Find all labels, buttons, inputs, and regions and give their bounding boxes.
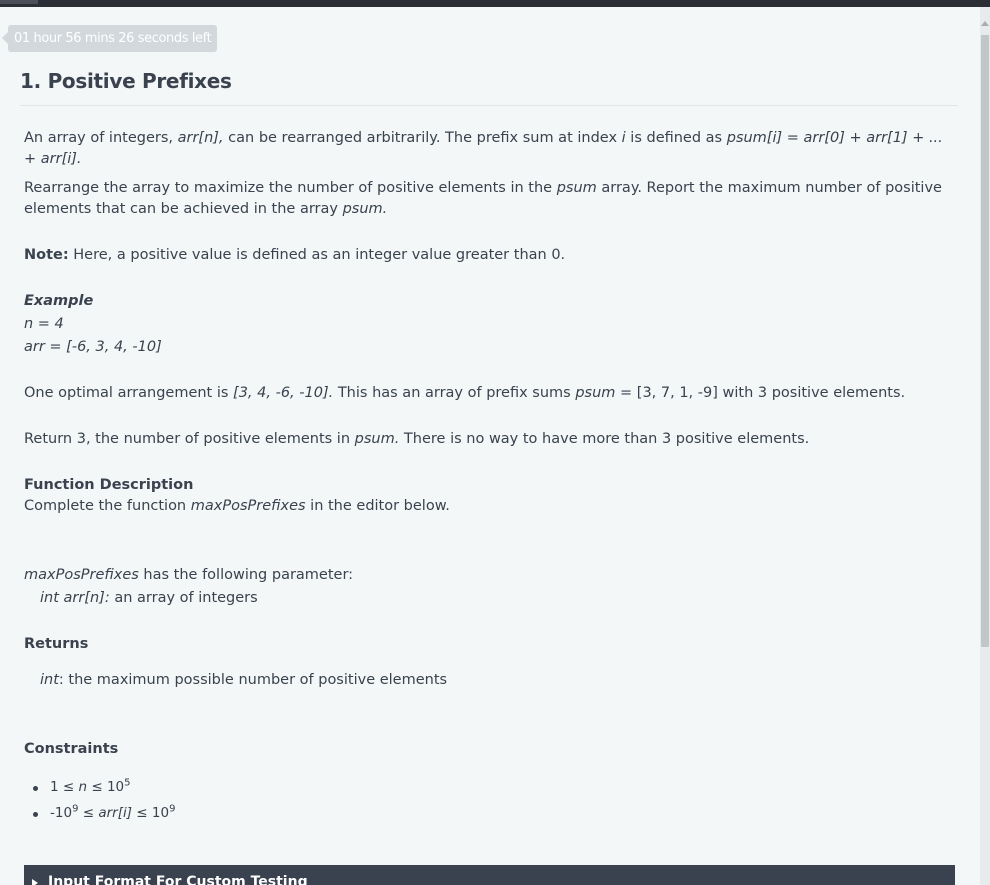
returns-text: int: the maximum possible number of posi… <box>24 670 447 691</box>
intro-text: is defined as <box>625 130 727 146</box>
task-text: Rearrange the array to maximize the numb… <box>24 180 557 196</box>
psum-var: psum. <box>354 431 400 447</box>
scrollbar-thumb[interactable] <box>981 35 989 647</box>
title-divider <box>20 105 958 106</box>
return-desc: : the maximum possible number of positiv… <box>58 672 448 688</box>
constraint-item: 1 ≤ n ≤ 105 <box>24 774 175 800</box>
psum-var: psum <box>575 385 616 401</box>
example-n: n = 4 <box>24 316 64 332</box>
top-tab <box>0 0 38 4</box>
arr-var: arr[n], <box>177 130 224 146</box>
constraint-item: -109 ≤ arr[i] ≤ 109 <box>24 800 175 826</box>
psum-var: psum <box>556 180 597 196</box>
constraint-var: n <box>78 779 88 795</box>
parameters-text: has the following parameter: <box>138 567 354 583</box>
scrollbar[interactable] <box>980 7 990 885</box>
note-label: Note: <box>24 247 69 263</box>
psum-var: psum. <box>342 201 388 217</box>
constraint-exponent: 9 <box>169 803 176 815</box>
intro-text: An array of integers, <box>24 130 178 146</box>
browser-top-bar <box>0 0 990 7</box>
function-name: maxPosPrefixes <box>24 567 139 583</box>
scroll-up-arrow-icon[interactable] <box>981 21 989 26</box>
function-name: maxPosPrefixes <box>190 498 306 514</box>
function-description-text: Complete the function maxPosPrefixes in … <box>24 496 450 517</box>
constraint-var: arr[i] <box>98 805 133 821</box>
parameter-item: int arr[n]: an array of integers <box>24 588 258 609</box>
parameters-intro: maxPosPrefixes has the following paramet… <box>24 565 353 586</box>
input-format-toggle[interactable]: Input Format For Custom Testing <box>24 865 955 885</box>
problem-title: 1. Positive Prefixes <box>20 69 232 93</box>
constraint-text: ≤ <box>78 805 99 821</box>
returns-heading: Returns <box>24 636 89 652</box>
return-text: Return 3, the number of positive element… <box>24 431 355 447</box>
note-paragraph: Note: Here, a positive value is defined … <box>24 245 565 266</box>
note-text: Here, a positive value is defined as an … <box>68 247 566 263</box>
constraint-text: -10 <box>50 805 73 821</box>
constraints-heading: Constraints <box>24 741 119 757</box>
parameter-type: int arr[n]: <box>40 590 110 606</box>
fd-text: in the editor below. <box>305 498 450 514</box>
intro-text: can be rearranged arbitrarily. The prefi… <box>223 130 622 146</box>
fd-text: Complete the function <box>24 498 191 514</box>
return-paragraph: Return 3, the number of positive element… <box>24 429 809 450</box>
function-description-heading: Function Description <box>24 477 194 493</box>
optimal-paragraph: One optimal arrangement is [3, 4, -6, -1… <box>24 383 905 404</box>
expand-triangle-icon <box>32 879 38 885</box>
arrangement-value: [3, 4, -6, -10]. <box>233 385 334 401</box>
constraint-text: ≤ 10 <box>87 779 125 795</box>
example-heading: Example <box>24 293 94 309</box>
optimal-text: One optimal arrangement is <box>24 385 234 401</box>
return-type: int <box>40 672 59 688</box>
intro-paragraph: An array of integers, arr[n], can be rea… <box>24 128 954 170</box>
parameter-desc: an array of integers <box>109 590 258 606</box>
countdown-timer: 01 hour 56 mins 26 seconds left <box>1 25 218 52</box>
return-text: There is no way to have more than 3 posi… <box>399 431 810 447</box>
input-format-label: Input Format For Custom Testing <box>48 874 308 885</box>
constraint-text: 1 ≤ <box>50 779 79 795</box>
example-arr: arr = [-6, 3, 4, -10] <box>24 339 162 355</box>
task-paragraph: Rearrange the array to maximize the numb… <box>24 178 954 220</box>
constraint-exponent: 5 <box>124 777 131 789</box>
constraints-list: 1 ≤ n ≤ 105 -109 ≤ arr[i] ≤ 109 <box>24 774 175 826</box>
optimal-text: = [3, 7, 1, -9] with 3 positive elements… <box>615 385 906 401</box>
optimal-text: This has an array of prefix sums <box>333 385 576 401</box>
constraint-text: ≤ 10 <box>132 805 170 821</box>
